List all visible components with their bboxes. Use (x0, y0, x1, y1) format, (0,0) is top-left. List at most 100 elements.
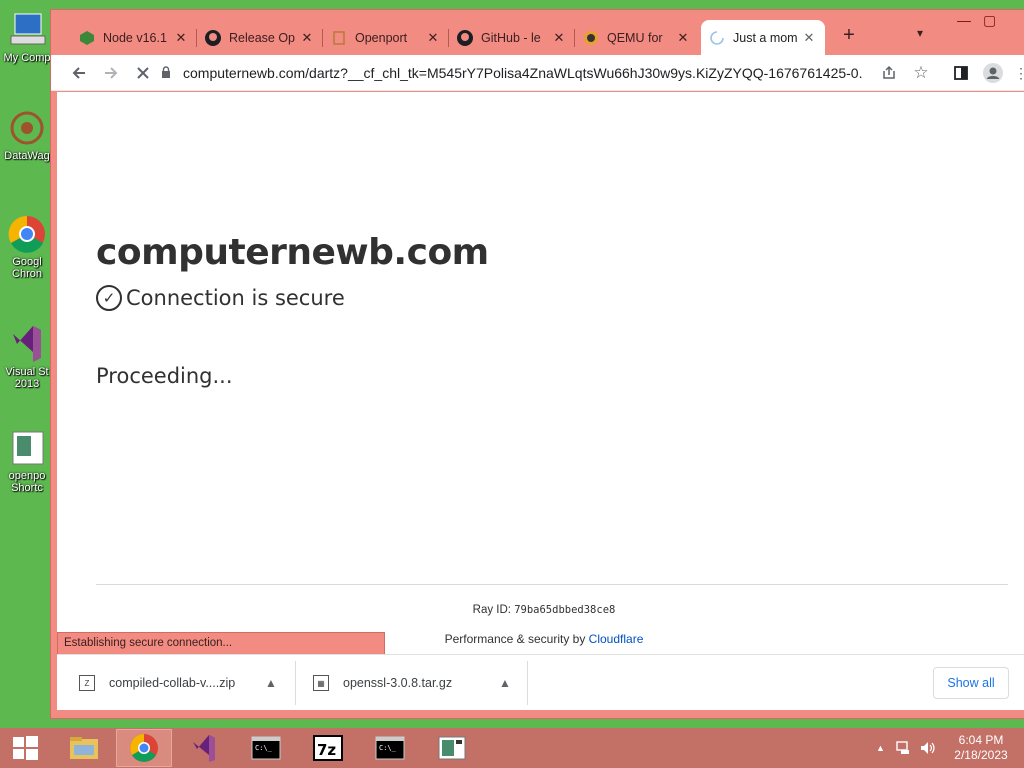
chevron-up-icon[interactable]: ▲ (499, 676, 511, 690)
network-icon[interactable] (896, 728, 912, 768)
new-tab-button[interactable]: + (837, 24, 861, 47)
github-icon (457, 29, 473, 46)
tab-github[interactable]: GitHub - le ✕ (449, 20, 575, 55)
start-button[interactable] (0, 729, 50, 767)
forward-icon[interactable] (99, 61, 123, 85)
system-clock[interactable]: 6:04 PM 2/18/2023 (950, 733, 1012, 763)
visual-studio-icon (193, 735, 215, 762)
desktop-icon-openport-shortcut[interactable]: openpo Shortc (0, 428, 54, 494)
github-icon (205, 29, 221, 46)
menu-icon[interactable]: ⋮ (1009, 61, 1024, 85)
lock-icon[interactable] (161, 65, 175, 81)
tab-release[interactable]: Release Op ✕ (197, 20, 323, 55)
tab-openport[interactable]: Openport ✕ (323, 20, 449, 55)
desktop-icon-my-computer[interactable]: My Comp (0, 10, 54, 64)
url-text: computernewb.com/dartz?__cf_chl_tk=M545r… (183, 65, 863, 81)
bookmark-star-icon[interactable]: ☆ (909, 61, 933, 85)
desktop-icon-label: DataWag (4, 150, 50, 162)
desktop-icon-label: openpo Shortc (8, 470, 46, 494)
download-separator (527, 661, 528, 705)
tab-just-a-moment[interactable]: Just a mom ✕ (701, 20, 825, 55)
connection-secure-text: Connection is secure (126, 286, 345, 310)
download-separator (295, 661, 296, 705)
close-icon[interactable]: ✕ (173, 30, 189, 46)
browser-toolbar: computernewb.com/dartz?__cf_chl_tk=M545r… (51, 55, 1024, 91)
tab-title: Release Op (229, 30, 295, 45)
share-icon[interactable] (877, 61, 901, 85)
openport-icon (331, 30, 347, 46)
close-icon[interactable]: ✕ (551, 30, 567, 46)
stop-loading-icon[interactable] (131, 61, 155, 85)
close-icon[interactable]: ✕ (425, 30, 441, 46)
loading-spinner-icon (709, 30, 725, 46)
taskbar-command-prompt-2[interactable]: C:\_ (362, 729, 418, 767)
side-panel-icon[interactable] (949, 61, 973, 85)
command-prompt-icon: C:\_ (251, 736, 281, 760)
ray-id-label: Ray ID: (472, 604, 511, 616)
maximize-button[interactable]: ▢ (983, 12, 996, 29)
profile-avatar-icon[interactable] (981, 61, 1005, 85)
desktop-icon-visual-studio[interactable]: Visual St 2013 (0, 324, 54, 390)
desktop-icon-label: Googl Chron (12, 256, 42, 280)
notification-chevron-icon[interactable]: ▲ (876, 728, 885, 768)
taskbar-7zip[interactable]: 7z (300, 729, 356, 767)
svg-text:C:\_: C:\_ (379, 744, 397, 752)
tab-title: Node v16.1 (103, 30, 167, 45)
shortcut-icon (7, 428, 47, 468)
show-all-downloads-button[interactable]: Show all (933, 667, 1009, 699)
desktop-icon-label: My Comp (3, 52, 51, 64)
qemu-icon (583, 30, 599, 46)
download-item[interactable]: ▦ openssl-3.0.8.tar.gz ▲ (313, 655, 513, 711)
taskbar-file-explorer[interactable] (56, 729, 112, 767)
chrome-icon (130, 734, 158, 762)
tab-strip: Node v16.1 ✕ Release Op ✕ Openport ✕ Git… (51, 10, 1024, 56)
tab-title: GitHub - le (481, 30, 541, 45)
site-name-heading: computernewb.com (96, 232, 489, 273)
desktop-icon-label: Visual St 2013 (5, 366, 49, 390)
folder-icon (70, 737, 98, 759)
tab-node[interactable]: Node v16.1 ✕ (71, 20, 197, 55)
back-icon[interactable] (67, 61, 91, 85)
datawag-icon (7, 108, 47, 148)
taskbar-chrome[interactable] (116, 729, 172, 767)
taskbar-command-prompt[interactable]: C:\_ (238, 729, 294, 767)
download-shelf: Z compiled-collab-v....zip ▲ ▦ openssl-3… (57, 654, 1024, 710)
page-content: computernewb.com ✓ Connection is secure … (57, 92, 1024, 660)
zip-file-icon: Z (79, 675, 95, 691)
taskbar: C:\_ 7z C:\_ ▲ 6:04 PM 2/18/2023 (0, 728, 1024, 768)
performance-label: Performance & security by (444, 632, 586, 646)
taskbar-visual-studio[interactable] (176, 729, 232, 767)
desktop-icon-chrome[interactable]: Googl Chron (0, 214, 54, 280)
close-icon[interactable]: ✕ (801, 30, 817, 46)
tab-search-chevron-icon[interactable]: ▾ (917, 26, 923, 40)
visual-studio-icon (7, 324, 47, 364)
clock-date: 2/18/2023 (954, 748, 1008, 762)
close-icon[interactable]: ✕ (675, 30, 691, 46)
chevron-up-icon[interactable]: ▲ (265, 676, 277, 690)
7zip-icon: 7z (313, 735, 343, 761)
cloudflare-link[interactable]: Cloudflare (589, 632, 644, 646)
check-circle-icon: ✓ (96, 285, 122, 311)
proceeding-text: Proceeding... (96, 364, 233, 388)
tab-qemu[interactable]: QEMU for ✕ (575, 20, 699, 55)
svg-text:C:\_: C:\_ (255, 744, 273, 752)
browser-window: Node v16.1 ✕ Release Op ✕ Openport ✕ Git… (50, 9, 1024, 719)
ray-id-value: 79ba65dbbed38ce8 (514, 604, 616, 616)
computer-icon (7, 10, 47, 50)
tab-title: Just a mom (733, 30, 797, 45)
connection-secure-row: ✓ Connection is secure (96, 285, 345, 311)
svg-text:7z: 7z (317, 741, 336, 759)
taskbar-openport[interactable] (424, 729, 480, 767)
download-filename: openssl-3.0.8.tar.gz (343, 676, 453, 690)
download-item[interactable]: Z compiled-collab-v....zip ▲ (79, 655, 279, 711)
address-bar[interactable]: computernewb.com/dartz?__cf_chl_tk=M545r… (161, 58, 971, 88)
status-bubble: Establishing secure connection... (57, 632, 385, 654)
ray-id-row: Ray ID: 79ba65dbbed38ce8 (57, 604, 1024, 616)
clock-time: 6:04 PM (958, 733, 1004, 747)
volume-icon[interactable] (920, 728, 936, 768)
desktop-icon-datawag[interactable]: DataWag (0, 108, 54, 162)
close-icon[interactable]: ✕ (299, 30, 315, 46)
windows-logo-icon (13, 736, 38, 760)
openport-app-icon (438, 736, 466, 760)
minimize-button[interactable]: — (957, 12, 971, 28)
